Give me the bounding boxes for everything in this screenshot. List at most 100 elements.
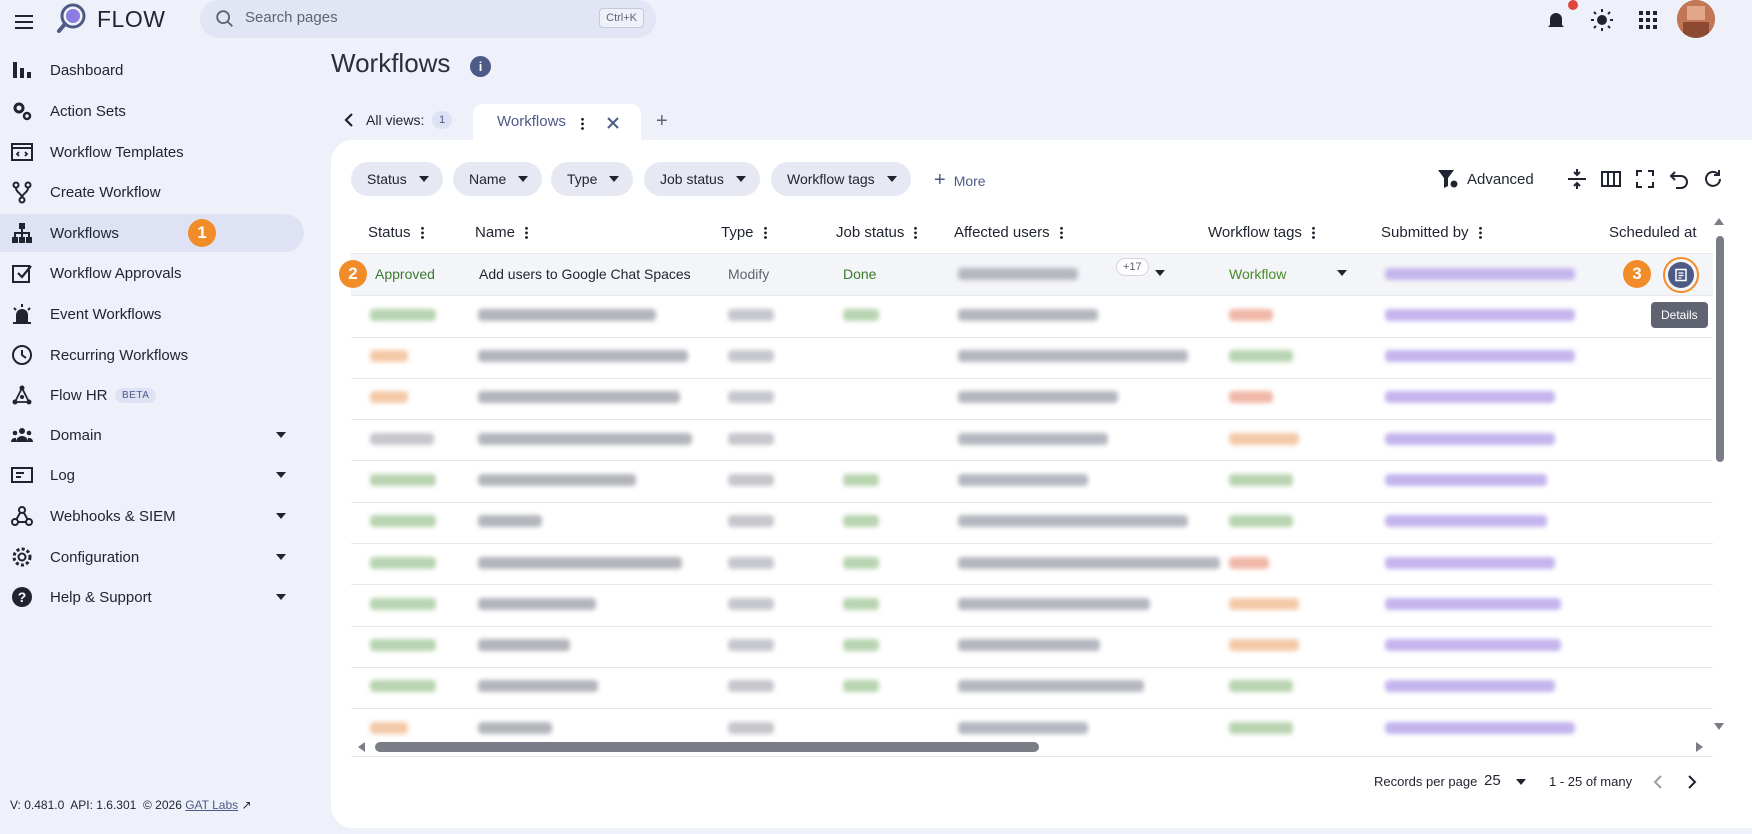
- plus-icon: +: [934, 169, 946, 191]
- sidebar-item-log[interactable]: Log: [0, 456, 304, 494]
- sidebar-item-workflows[interactable]: Workflows 1: [0, 214, 304, 252]
- column-label: Affected users: [954, 224, 1050, 241]
- chip-label: Workflow tags: [787, 171, 875, 187]
- details-button[interactable]: [1663, 257, 1699, 293]
- column-menu-icon[interactable]: [1478, 226, 1482, 239]
- vertical-scrollbar[interactable]: [1716, 236, 1724, 462]
- filter-status[interactable]: Status: [351, 162, 443, 196]
- all-views-label[interactable]: All views:: [366, 112, 424, 128]
- row-submitted-by: [1385, 268, 1575, 280]
- sidebar-item-workflow-approvals[interactable]: Workflow Approvals: [0, 254, 304, 292]
- sidebar-item-action-sets[interactable]: Action Sets: [0, 92, 304, 130]
- column-menu-icon[interactable]: [914, 226, 918, 239]
- sidebar-item-domain[interactable]: Domain: [0, 416, 304, 454]
- sidebar-item-configuration[interactable]: Configuration: [0, 538, 304, 576]
- column-menu-icon[interactable]: [1059, 226, 1063, 239]
- column-header-scheduled-at[interactable]: Scheduled at: [1609, 224, 1697, 241]
- filter-job-status[interactable]: Job status: [644, 162, 760, 196]
- apps-grid-icon[interactable]: [1636, 8, 1660, 32]
- column-header-job-status[interactable]: Job status: [836, 224, 918, 241]
- sidebar-item-create-workflow[interactable]: Create Workflow: [0, 173, 304, 211]
- copyright-text: © 2026: [143, 798, 182, 812]
- sidebar-item-recurring-workflows[interactable]: Recurring Workflows: [0, 336, 304, 374]
- per-page-select[interactable]: 25: [1484, 772, 1501, 789]
- sidebar-item-workflow-templates[interactable]: Workflow Templates: [0, 133, 304, 171]
- gears-icon: [10, 99, 34, 123]
- scroll-right-arrow[interactable]: [1695, 741, 1705, 753]
- scroll-down-arrow[interactable]: [1713, 722, 1725, 732]
- bell-icon[interactable]: [1544, 8, 1568, 32]
- advanced-label: Advanced: [1467, 170, 1534, 188]
- column-label: Status: [368, 224, 411, 241]
- tab-workflows[interactable]: Workflows: [473, 104, 641, 144]
- column-menu-icon[interactable]: [420, 226, 424, 239]
- sidebar-item-label: Workflow Approvals: [50, 264, 182, 282]
- column-label: Workflow tags: [1208, 224, 1302, 241]
- row-type: Modify: [728, 266, 770, 282]
- chevron-left-icon[interactable]: [342, 112, 356, 128]
- filter-type[interactable]: Type: [551, 162, 634, 196]
- undo-icon[interactable]: [1668, 168, 1690, 190]
- chevron-down-icon[interactable]: [1337, 270, 1347, 276]
- column-menu-icon[interactable]: [763, 226, 767, 239]
- sidebar-item-webhooks[interactable]: Webhooks & SIEM: [0, 497, 304, 535]
- sidebar-item-label: Log: [50, 466, 76, 484]
- chevron-down-icon[interactable]: [1516, 779, 1526, 785]
- add-view-button[interactable]: +: [656, 110, 668, 133]
- chevron-down-icon: [274, 468, 288, 482]
- company-link[interactable]: GAT Labs: [185, 798, 238, 812]
- column-header-name[interactable]: Name: [475, 224, 529, 241]
- chevron-down-icon: [886, 176, 897, 182]
- sidebar-item-label: Flow HR: [50, 386, 108, 404]
- sidebar-item-event-workflows[interactable]: Event Workflows: [0, 295, 304, 333]
- sidebar-item-flow-hr[interactable]: Flow HR BETA: [0, 376, 304, 414]
- filter-workflow-tags[interactable]: Workflow tags: [771, 162, 911, 196]
- page-title: Workflows: [331, 48, 451, 78]
- checkbox-icon: [10, 261, 34, 285]
- version-text: V: 0.481.0: [10, 798, 65, 812]
- column-header-affected-users[interactable]: Affected users: [954, 224, 1063, 241]
- sidebar-item-label: Domain: [50, 426, 102, 444]
- column-menu-icon[interactable]: [525, 226, 529, 239]
- tab-menu-icon[interactable]: [581, 117, 584, 130]
- chevron-down-icon: [418, 176, 429, 182]
- column-header-status[interactable]: Status: [368, 224, 424, 241]
- flow-logo-icon: [56, 2, 88, 34]
- search-bar[interactable]: Search pages Ctrl+K: [200, 0, 656, 38]
- column-header-type[interactable]: Type: [721, 224, 767, 241]
- next-page-icon[interactable]: [1686, 774, 1698, 790]
- chevron-down-icon[interactable]: [1155, 270, 1165, 276]
- prev-page-icon[interactable]: [1652, 774, 1664, 790]
- fullscreen-icon[interactable]: [1634, 168, 1656, 190]
- filter-name[interactable]: Name: [453, 162, 543, 196]
- users-count-badge[interactable]: +17: [1116, 258, 1149, 276]
- column-menu-icon[interactable]: [1311, 226, 1315, 239]
- horizontal-scrollbar[interactable]: [375, 742, 1039, 752]
- chevron-down-icon: [274, 590, 288, 604]
- sidebar-item-label: Event Workflows: [50, 305, 162, 323]
- column-header-submitted-by[interactable]: Submitted by: [1381, 224, 1482, 241]
- refresh-icon[interactable]: [1702, 168, 1724, 190]
- columns-icon[interactable]: [1600, 168, 1622, 190]
- more-filters-button[interactable]: + More: [934, 169, 986, 192]
- avatar[interactable]: [1677, 0, 1715, 38]
- close-icon[interactable]: [605, 115, 621, 131]
- sidebar-item-label: Action Sets: [50, 102, 126, 120]
- column-label: Name: [475, 224, 516, 241]
- scroll-left-arrow[interactable]: [356, 741, 366, 753]
- info-icon[interactable]: i: [470, 56, 491, 77]
- column-header-workflow-tags[interactable]: Workflow tags: [1208, 224, 1315, 241]
- advanced-filter-button[interactable]: Advanced: [1437, 168, 1534, 190]
- sidebar-item-help[interactable]: ? Help & Support: [0, 578, 304, 616]
- density-icon[interactable]: [1566, 168, 1588, 190]
- scroll-up-arrow[interactable]: [1713, 216, 1725, 226]
- brightness-icon[interactable]: [1590, 8, 1614, 32]
- menu-icon[interactable]: [12, 10, 36, 34]
- details-tooltip: Details: [1651, 302, 1708, 328]
- sidebar-item-label: Webhooks & SIEM: [50, 507, 176, 525]
- sidebar-item-dashboard[interactable]: Dashboard: [0, 51, 304, 89]
- sidebar-item-label: Workflow Templates: [50, 143, 184, 161]
- log-icon: [10, 463, 34, 487]
- search-input[interactable]: Search pages: [245, 9, 338, 26]
- row-name: Add users to Google Chat Spaces: [479, 266, 691, 282]
